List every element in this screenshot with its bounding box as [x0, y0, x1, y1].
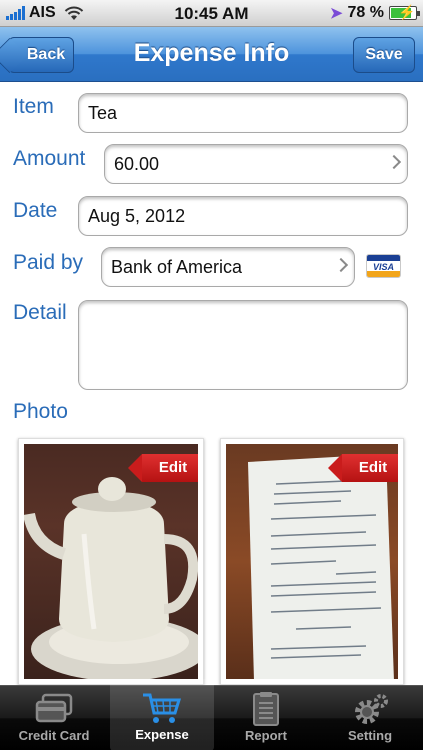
- visa-card-icon[interactable]: VISA: [366, 254, 401, 278]
- report-icon: [245, 692, 287, 726]
- tab-credit-card[interactable]: Credit Card: [2, 686, 106, 750]
- tab-report[interactable]: Report: [214, 686, 318, 750]
- navigation-bar: Back Expense Info Save: [0, 27, 423, 82]
- receipt-photo: Edit: [226, 444, 398, 679]
- photo-thumbnail-2[interactable]: Edit: [220, 438, 404, 685]
- paidby-field[interactable]: Bank of America: [101, 247, 355, 287]
- paidby-label: Paid by: [13, 251, 84, 274]
- date-value: Aug 5, 2012: [88, 205, 186, 226]
- credit-card-icon: [33, 692, 75, 726]
- edit-photo-button[interactable]: Edit: [128, 454, 198, 482]
- save-button[interactable]: Save: [353, 37, 415, 73]
- amount-field[interactable]: 60.00: [104, 144, 408, 184]
- tab-label: Credit Card: [18, 728, 90, 743]
- back-button[interactable]: Back: [8, 37, 74, 73]
- location-arrow-icon: ➤: [329, 5, 343, 22]
- detail-field[interactable]: [78, 300, 408, 390]
- item-value: Tea: [88, 102, 118, 123]
- tab-label: Expense: [135, 727, 189, 742]
- date-field[interactable]: Aug 5, 2012: [78, 196, 408, 236]
- tab-expense[interactable]: Expense: [110, 679, 214, 750]
- shopping-cart-icon: [141, 691, 183, 725]
- tab-bar: Credit Card Expense Report Setting: [0, 679, 423, 750]
- battery-group: ➤ 78 % ⚡: [329, 4, 420, 22]
- chevron-right-icon: [386, 154, 402, 170]
- edit-photo-button[interactable]: Edit: [328, 454, 398, 482]
- battery-percent: 78 %: [347, 4, 384, 21]
- tab-setting[interactable]: Setting: [318, 686, 422, 750]
- item-label: Item: [13, 95, 54, 118]
- gear-icon: [349, 692, 391, 726]
- item-field[interactable]: Tea: [78, 93, 408, 133]
- status-bar: AIS 10:45 AM ➤ 78 % ⚡: [0, 0, 423, 27]
- amount-value: 60.00: [114, 153, 160, 174]
- chevron-right-icon: [333, 257, 349, 273]
- amount-label: Amount: [13, 147, 86, 170]
- paidby-value: Bank of America: [111, 256, 243, 277]
- tab-label: Setting: [347, 728, 393, 743]
- date-label: Date: [13, 199, 58, 222]
- detail-label: Detail: [13, 301, 67, 324]
- tab-label: Report: [245, 728, 287, 743]
- photo-thumbnail-1[interactable]: Edit: [18, 438, 204, 685]
- teapot-photo: Edit: [24, 444, 198, 679]
- battery-icon: ⚡: [389, 4, 420, 20]
- photo-label: Photo: [13, 400, 68, 423]
